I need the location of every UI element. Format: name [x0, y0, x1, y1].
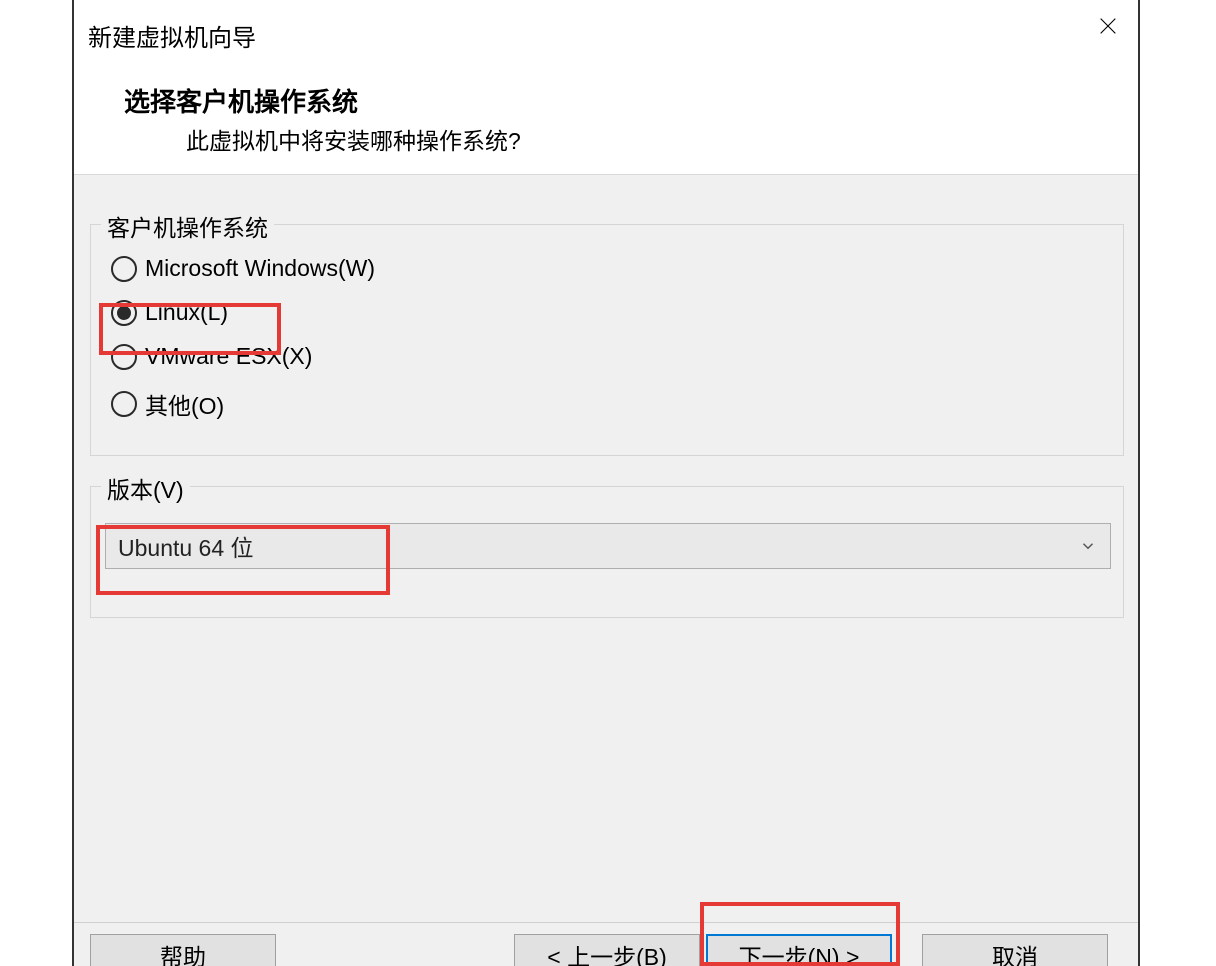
radio-label: Linux(L) [145, 299, 228, 326]
button-label: < 上一步(B) [547, 938, 666, 966]
version-selected: Ubuntu 64 位 [106, 529, 254, 563]
page-title: 选择客户机操作系统 [124, 82, 358, 119]
back-button[interactable]: < 上一步(B) [514, 934, 700, 966]
radio-linux[interactable]: Linux(L) [111, 299, 228, 326]
version-group: 版本(V) Ubuntu 64 位 [90, 486, 1124, 618]
radio-label: 其他(O) [145, 387, 224, 421]
help-button[interactable]: 帮助 [90, 934, 276, 966]
version-dropdown[interactable]: Ubuntu 64 位 [105, 523, 1111, 569]
guest-os-legend: 客户机操作系统 [101, 209, 274, 243]
cancel-button[interactable]: 取消 [922, 934, 1108, 966]
radio-other[interactable]: 其他(O) [111, 387, 224, 421]
window-right-border [1138, 0, 1140, 966]
wizard-header: 选择客户机操作系统 此虚拟机中将安装哪种操作系统? [74, 52, 1138, 174]
button-label: 帮助 [160, 938, 206, 966]
button-label: 下一步(N) > [739, 938, 860, 966]
radio-windows[interactable]: Microsoft Windows(W) [111, 255, 375, 282]
radio-label: Microsoft Windows(W) [145, 255, 375, 282]
close-icon [1097, 15, 1119, 37]
radio-icon [111, 391, 137, 417]
radio-icon [111, 256, 137, 282]
close-button[interactable] [1086, 6, 1130, 46]
page-subtitle: 此虚拟机中将安装哪种操作系统? [186, 122, 521, 156]
chevron-down-icon [1070, 528, 1106, 564]
radio-icon [111, 344, 137, 370]
window-title: 新建虚拟机向导 [88, 18, 256, 53]
button-label: 取消 [992, 938, 1038, 966]
guest-os-group: 客户机操作系统 Microsoft Windows(W) Linux(L) VM… [90, 224, 1124, 456]
wizard-footer: 帮助 < 上一步(B) 下一步(N) > 取消 [74, 922, 1138, 966]
wizard-body: 客户机操作系统 Microsoft Windows(W) Linux(L) VM… [74, 174, 1138, 922]
radio-label: VMware ESX(X) [145, 343, 312, 370]
radio-vmware-esx[interactable]: VMware ESX(X) [111, 343, 312, 370]
version-legend: 版本(V) [101, 471, 190, 505]
title-bar: 新建虚拟机向导 [74, 0, 1138, 52]
radio-icon [111, 300, 137, 326]
next-button[interactable]: 下一步(N) > [706, 934, 892, 966]
